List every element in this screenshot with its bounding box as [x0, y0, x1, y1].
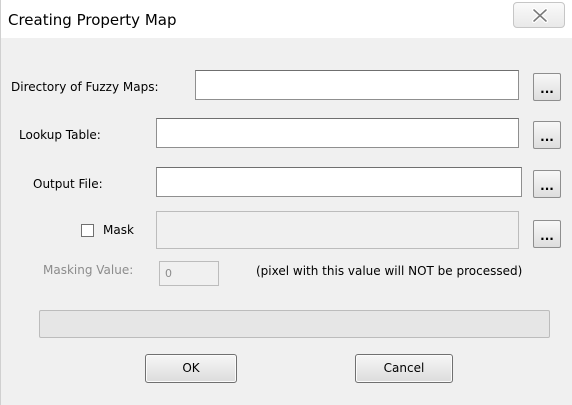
close-button[interactable]: [513, 2, 565, 28]
title-bar: Creating Property Map: [1, 0, 572, 38]
mask-browse-button[interactable]: ...: [533, 220, 561, 248]
lookup-table-label: Lookup Table:: [19, 128, 101, 142]
lookup-table-browse-button[interactable]: ...: [533, 121, 561, 149]
progress-bar: [39, 310, 550, 338]
dialog-window: Creating Property Map Directory of Fuzzy…: [0, 0, 572, 405]
cancel-button[interactable]: Cancel: [355, 354, 453, 383]
output-file-input[interactable]: [156, 167, 522, 197]
lookup-table-input[interactable]: [156, 118, 519, 148]
output-file-label: Output File:: [33, 177, 103, 191]
masking-value-note: (pixel with this value will NOT be proce…: [256, 264, 523, 278]
output-file-browse-button[interactable]: ...: [533, 170, 561, 198]
directory-browse-button[interactable]: ...: [533, 73, 561, 101]
close-x-icon: [532, 8, 548, 23]
mask-label: Mask: [103, 223, 134, 237]
ok-button[interactable]: OK: [145, 354, 237, 383]
directory-input[interactable]: [195, 70, 519, 100]
directory-label: Directory of Fuzzy Maps:: [11, 80, 159, 94]
mask-input[interactable]: [156, 211, 519, 249]
mask-checkbox[interactable]: [81, 224, 94, 237]
masking-value-label: Masking Value:: [43, 263, 134, 277]
masking-value-input[interactable]: 0: [159, 261, 219, 286]
window-title: Creating Property Map: [8, 11, 177, 29]
